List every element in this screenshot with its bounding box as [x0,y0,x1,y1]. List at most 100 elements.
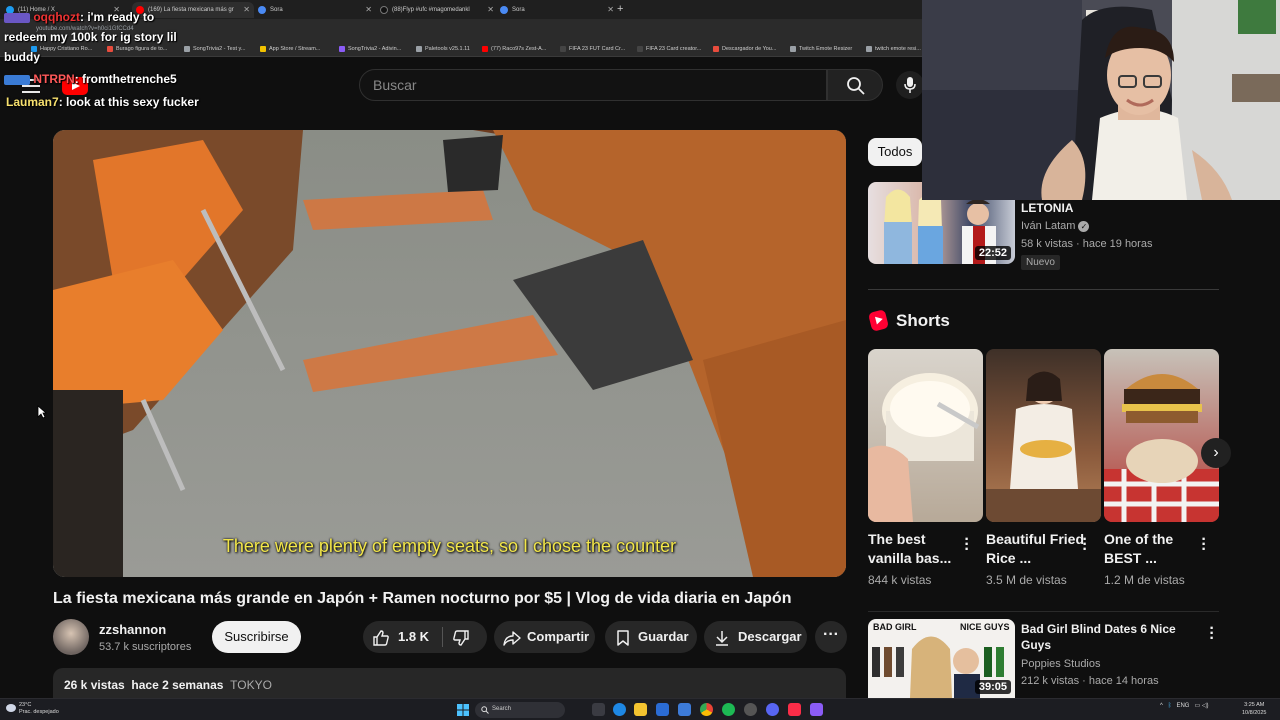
store-icon[interactable] [656,703,669,716]
close-tab-icon[interactable]: ✕ [487,5,494,14]
bookmark-item[interactable]: SongTrivia2 - Adivin... [339,46,401,52]
microphone-icon [904,77,916,93]
spotify-icon[interactable] [722,703,735,716]
short-thumbnail[interactable] [986,349,1101,522]
download-button[interactable]: Descargar [704,621,807,653]
short-more-icon[interactable]: · · · [1080,532,1090,558]
music-icon[interactable] [788,703,801,716]
chrome-icon[interactable] [700,703,713,716]
video-player[interactable]: There were plenty of empty seats, so I c… [53,130,846,577]
short-thumbnail[interactable] [868,349,983,522]
share-label: Compartir [527,629,590,644]
file-explorer-icon[interactable] [634,703,647,716]
section-divider [868,611,1219,612]
short-more-icon[interactable]: · · · [1199,532,1209,558]
bookmark-item[interactable]: Descargador de You... [713,46,776,52]
recommended-channel[interactable]: Iván Latam ✓ [1021,220,1090,232]
fried-rice-chef-image [986,371,1101,522]
bookmark-item[interactable]: App Store / Stream... [260,46,320,52]
video-frame-image [53,130,846,577]
section-divider [868,289,1219,290]
browser-tab[interactable]: (88)Flyp #ufc #magomedankl ✕ [376,2,498,18]
hashtag-link[interactable]: TOKYO [230,678,272,692]
close-tab-icon[interactable]: ✕ [365,5,372,14]
bookmark-item[interactable]: Paletools v25.1.11 [416,46,470,52]
shorts-next-button[interactable]: › [1201,438,1231,468]
twitch-icon[interactable] [810,703,823,716]
bookmark-item[interactable]: FIFA 23 FUT Card Cr... [560,46,625,52]
search-icon [847,77,865,95]
short-title[interactable]: The best vanilla bas... [868,530,970,568]
edge-icon[interactable] [613,703,626,716]
sora-favicon-icon [258,6,266,14]
taskbar-search[interactable]: Search [475,702,565,718]
task-view-icon[interactable] [592,703,605,716]
video-more-icon[interactable]: · · · [1207,621,1217,647]
bookmark-item[interactable]: (77) Raco97s Zest-A... [482,46,546,52]
network-icon[interactable]: ▭ [1195,703,1201,709]
short-more-icon[interactable]: · · · [962,532,972,558]
bookmark-item[interactable]: SongTrivia2 - Test y... [184,46,245,52]
recommended-meta: 212 k vistas · hace 14 horas [1021,675,1159,687]
taskbar-search-label: Search [492,706,512,712]
search-button[interactable] [827,69,883,101]
like-button[interactable]: 1.8 K [363,621,442,653]
bookmark-item[interactable]: Burago figura de to... [107,46,167,52]
close-tab-icon[interactable]: ✕ [607,5,614,14]
burger-image [1104,374,1219,522]
more-actions-button[interactable]: ··· [815,621,847,653]
dislike-button[interactable] [443,621,487,653]
thumbs-up-icon [373,630,389,646]
bookmark-item[interactable]: Happy Cristiano Ro... [31,46,92,52]
recommended-video-title[interactable]: LETONIA [1021,200,1211,216]
recommended-channel[interactable]: Poppies Studios [1021,658,1101,670]
discord-icon[interactable] [766,703,779,716]
short-views: 844 k vistas [868,573,932,587]
channel-avatar[interactable] [53,619,89,655]
video-thumbnail[interactable]: BAD GIRL NICE GUYS 39:05 [868,619,1015,698]
windows-start-icon[interactable] [457,704,469,716]
language-indicator[interactable]: ENG [1176,703,1189,709]
bookmark-item[interactable]: Twitch Emote Resizer [790,46,852,52]
new-tab-button[interactable]: + [617,3,623,15]
share-button[interactable]: Compartir [494,621,595,653]
short-title[interactable]: One of the BEST ... [1104,530,1206,568]
short-title[interactable]: Beautiful Fried Rice ... [986,530,1088,568]
browser-tab[interactable]: Sora ✕ [496,2,618,18]
search-box[interactable] [359,69,827,101]
filter-chip-all[interactable]: Todos [868,138,922,166]
chevron-up-icon[interactable]: ^ [1160,703,1163,709]
channel-name: Iván Latam [1021,220,1076,232]
bookmark-item[interactable]: FIFA 23 Card creator... [637,46,701,52]
close-tab-icon[interactable]: ✕ [243,5,250,14]
clock[interactable]: 3:25 AM 10/8/2025 [1242,701,1266,717]
bluetooth-icon[interactable]: ᛒ [1168,703,1172,709]
channel-name[interactable]: zzshannon [99,622,166,637]
volume-icon[interactable]: ◁) [1202,703,1209,709]
weather-desc: Prac. despejado [19,709,59,715]
short-thumbnail[interactable] [1104,349,1219,522]
description-box[interactable]: 26 k vistas hace 2 semanas TOKYO [53,668,846,698]
chat-username: Lauman7 [6,95,59,109]
shorts-logo-icon [867,309,890,332]
chat-message: redeem my 100k for ig story lil [4,30,177,44]
chat-text: : fromthetrenche5 [74,72,177,86]
weather-widget[interactable]: 23°C Prac. despejado [5,702,59,716]
search-input[interactable] [373,70,826,100]
recommended-video-title[interactable]: Bad Girl Blind Dates 6 Nice Guys [1021,621,1201,653]
chat-message: NTRPN: fromthetrenche5 [4,72,177,86]
short-views: 3.5 M de vistas [986,573,1067,587]
browser-tab[interactable]: Sora ✕ [254,2,376,18]
vanilla-ice-cream-image [868,373,980,522]
video-duration: 22:52 [974,246,1011,260]
app-icon[interactable] [678,703,691,716]
obs-icon[interactable] [744,703,757,716]
voice-search-button[interactable] [896,71,924,99]
bookmark-item[interactable]: twitch emote resi... [866,46,921,52]
system-tray[interactable]: ^ ᛒ ENG ▭ ◁) [1160,702,1208,709]
mouse-cursor-icon [37,405,47,419]
subscribe-button[interactable]: Suscribirse [212,621,301,653]
tab-label: Sora [512,7,525,13]
save-button[interactable]: Guardar [605,621,697,653]
new-badge: Nuevo [1021,255,1060,270]
